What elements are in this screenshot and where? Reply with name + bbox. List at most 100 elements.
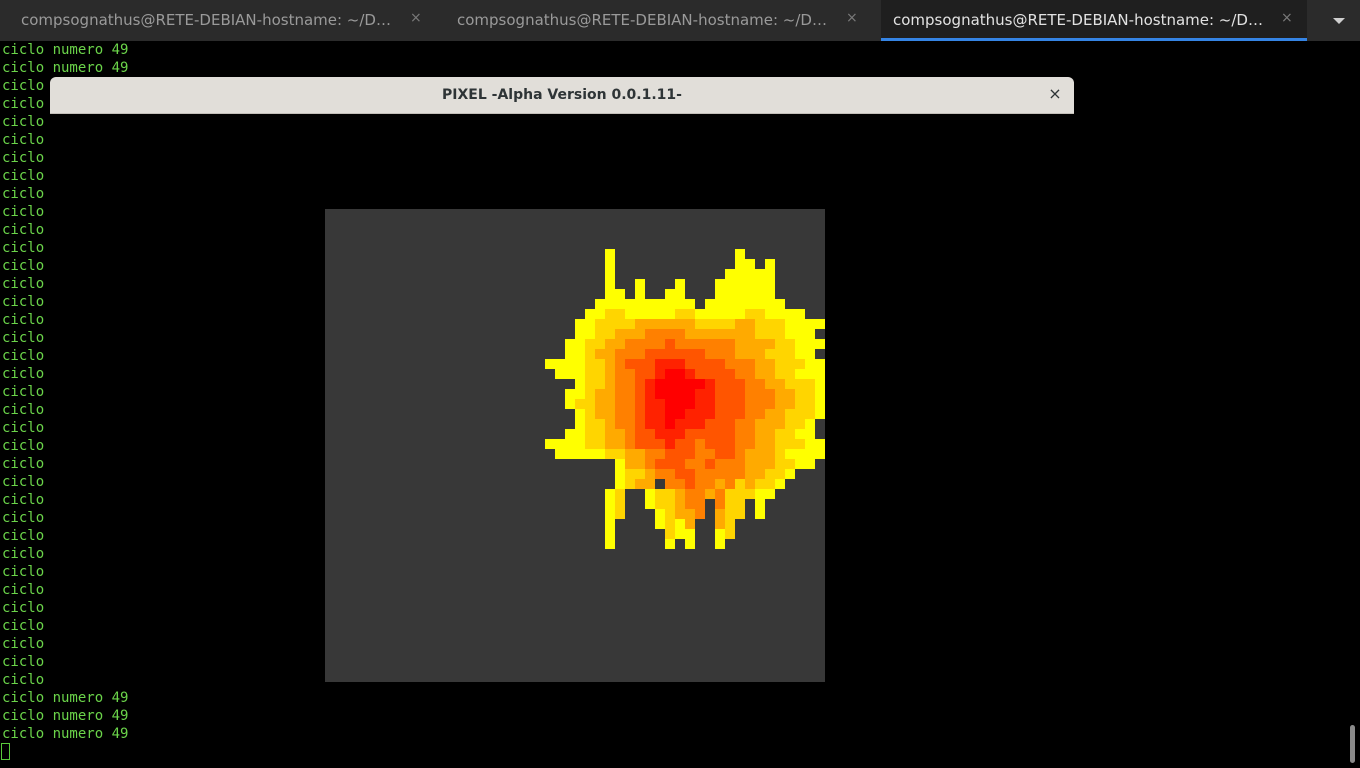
sprite-pixel: [685, 389, 695, 399]
sprite-pixel: [745, 269, 755, 279]
sprite-pixel: [605, 339, 615, 349]
sprite-pixel: [705, 339, 715, 349]
sprite-pixel: [725, 379, 735, 389]
terminal-line: ciclo: [2, 222, 45, 238]
sprite-pixel: [695, 359, 705, 369]
terminal-line: ciclo: [2, 150, 45, 166]
sprite-pixel: [765, 289, 775, 299]
sprite-pixel: [785, 459, 795, 469]
close-icon[interactable]: ×: [1046, 85, 1064, 103]
sprite-pixel: [625, 449, 635, 459]
tab-close-icon[interactable]: ×: [410, 10, 422, 26]
sprite-pixel: [725, 269, 735, 279]
terminal-line: ciclo numero 49: [2, 726, 129, 742]
pixel-canvas[interactable]: [325, 209, 825, 682]
sprite-pixel: [665, 289, 675, 299]
sprite-pixel: [685, 449, 695, 459]
terminal-line: ciclo: [2, 582, 45, 598]
sprite-pixel: [605, 509, 615, 519]
sprite-pixel: [645, 479, 655, 489]
sprite-pixel: [795, 459, 805, 469]
sprite-pixel: [705, 439, 715, 449]
terminal-cursor: [1, 743, 10, 760]
tab-bar: compsognathus@RETE-DEBIAN-hostname: ~/Do…: [0, 0, 1360, 41]
terminal-line: ciclo: [2, 600, 45, 616]
sprite-pixel: [625, 429, 635, 439]
sprite-pixel: [665, 439, 675, 449]
sprite-pixel: [695, 319, 705, 329]
sprite-pixel: [635, 469, 645, 479]
sprite-pixel: [795, 449, 805, 459]
sprite-pixel: [745, 379, 755, 389]
sprite-pixel: [785, 419, 795, 429]
sprite-pixel: [795, 349, 805, 359]
sprite-pixel: [665, 489, 675, 499]
sprite-pixel: [745, 339, 755, 349]
sprite-pixel: [565, 389, 575, 399]
sprite-pixel: [755, 359, 765, 369]
tab-terminal-3[interactable]: compsognathus@RETE-DEBIAN-hostname: ~/Do…: [881, 0, 1307, 41]
tab-menu-button[interactable]: [1318, 0, 1360, 41]
sprite-pixel: [675, 289, 685, 299]
sprite-pixel: [605, 289, 615, 299]
terminal-line: ciclo numero 49: [2, 60, 129, 76]
terminal-line: ciclo: [2, 168, 45, 184]
sprite-pixel: [715, 539, 725, 549]
sprite-pixel: [745, 479, 755, 489]
sprite-pixel: [815, 389, 825, 399]
sprite-pixel: [675, 419, 685, 429]
sprite-pixel: [675, 299, 685, 309]
sprite-pixel: [725, 469, 735, 479]
sprite-pixel: [805, 319, 815, 329]
sprite-pixel: [745, 319, 755, 329]
sprite-pixel: [675, 519, 685, 529]
tab-close-icon[interactable]: ×: [1281, 10, 1293, 26]
sprite-pixel: [765, 389, 775, 399]
tab-terminal-2[interactable]: compsognathus@RETE-DEBIAN-hostname: ~/Do…: [440, 0, 880, 41]
sprite-pixel: [635, 449, 645, 459]
sprite-pixel: [785, 379, 795, 389]
sprite-pixel: [695, 449, 705, 459]
sprite-pixel: [625, 419, 635, 429]
sprite-pixel: [755, 459, 765, 469]
sprite-pixel: [625, 309, 635, 319]
terminal-scrollbar[interactable]: [1350, 725, 1355, 763]
sprite-pixel: [625, 409, 635, 419]
sprite-pixel: [695, 469, 705, 479]
sprite-pixel: [785, 309, 795, 319]
sprite-pixel: [725, 349, 735, 359]
sprite-pixel: [595, 409, 605, 419]
terminal-line: ciclo numero 49: [2, 42, 129, 58]
sprite-pixel: [805, 439, 815, 449]
sprite-pixel: [605, 249, 615, 259]
sprite-pixel: [645, 439, 655, 449]
sprite-pixel: [615, 479, 625, 489]
sprite-pixel: [765, 489, 775, 499]
sprite-pixel: [765, 259, 775, 269]
sprite-pixel: [755, 369, 765, 379]
sprite-pixel: [565, 369, 575, 379]
terminal-line: ciclo numero 49: [2, 708, 129, 724]
window-titlebar[interactable]: PIXEL -Alpha Version 0.0.1.11- ×: [50, 77, 1074, 114]
tab-terminal-1[interactable]: compsognathus@RETE-DEBIAN-hostname: ~/Do…: [0, 0, 440, 41]
sprite-pixel: [765, 279, 775, 289]
sprite-pixel: [775, 309, 785, 319]
sprite-pixel: [755, 429, 765, 439]
sprite-pixel: [595, 419, 605, 429]
sprite-pixel: [545, 359, 555, 369]
sprite-pixel: [655, 299, 665, 309]
sprite-pixel: [745, 259, 755, 269]
sprite-pixel: [615, 299, 625, 309]
tab-close-icon[interactable]: ×: [846, 10, 858, 26]
sprite-pixel: [585, 369, 595, 379]
sprite-pixel: [695, 409, 705, 419]
sprite-pixel: [665, 379, 675, 389]
terminal-line: ciclo: [2, 654, 45, 670]
sprite-pixel: [765, 479, 775, 489]
sprite-pixel: [605, 499, 615, 509]
sprite-pixel: [775, 319, 785, 329]
sprite-pixel: [805, 329, 815, 339]
terminal-line: ciclo: [2, 258, 45, 274]
sprite-pixel: [555, 369, 565, 379]
sprite-pixel: [625, 349, 635, 359]
